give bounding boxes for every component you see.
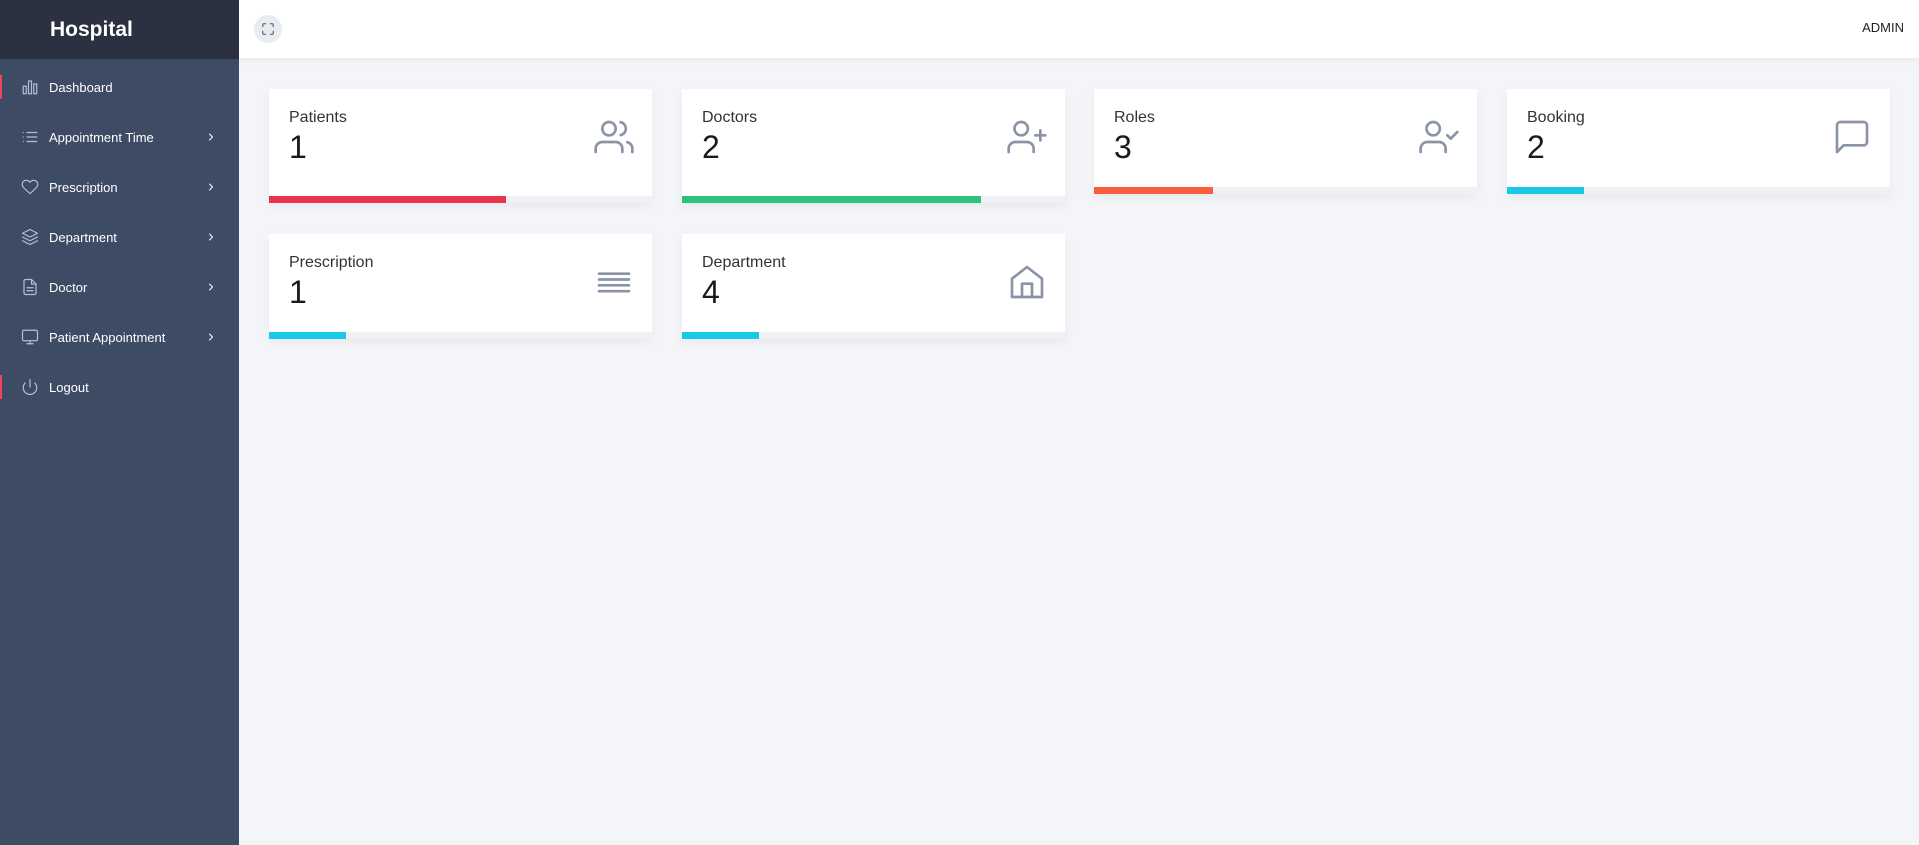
user-menu[interactable]: ADMIN bbox=[1862, 20, 1904, 35]
chevron-right-icon bbox=[203, 329, 219, 345]
sidebar: Hospital Dashboard Appointment Time Pres… bbox=[0, 0, 239, 845]
stat-card-department[interactable]: Department 4 bbox=[682, 234, 1065, 339]
card-value: 1 bbox=[289, 129, 307, 165]
chevron-right-icon bbox=[203, 179, 219, 195]
progress-fill bbox=[1094, 187, 1213, 194]
progress-bar bbox=[1094, 187, 1477, 194]
sidebar-item-label: Dashboard bbox=[49, 79, 113, 95]
progress-bar bbox=[1507, 187, 1890, 194]
progress-fill bbox=[682, 332, 759, 339]
layers-icon bbox=[20, 227, 40, 247]
heart-icon bbox=[20, 177, 40, 197]
card-value: 1 bbox=[289, 274, 307, 310]
users-icon bbox=[594, 117, 634, 157]
card-value: 2 bbox=[702, 129, 720, 165]
sidebar-item-doctor[interactable]: Doctor bbox=[0, 262, 239, 312]
sidebar-item-label: Appointment Time bbox=[49, 129, 154, 145]
stat-card-doctors[interactable]: Doctors 2 bbox=[682, 89, 1065, 203]
sidebar-item-logout[interactable]: Logout bbox=[0, 362, 239, 412]
card-value: 4 bbox=[702, 274, 720, 310]
home-icon bbox=[1007, 262, 1047, 302]
fullscreen-button[interactable] bbox=[254, 15, 282, 43]
sidebar-item-label: Prescription bbox=[49, 179, 118, 195]
power-icon bbox=[20, 377, 40, 397]
stat-card-booking[interactable]: Booking 2 bbox=[1507, 89, 1890, 194]
card-value: 2 bbox=[1527, 129, 1545, 165]
sidebar-item-department[interactable]: Department bbox=[0, 212, 239, 262]
align-justify-icon bbox=[594, 262, 634, 302]
chevron-right-icon bbox=[203, 129, 219, 145]
sidebar-nav: Dashboard Appointment Time Prescription … bbox=[0, 59, 239, 412]
sidebar-item-patient-appointment[interactable]: Patient Appointment bbox=[0, 312, 239, 362]
stat-card-patients[interactable]: Patients 1 bbox=[269, 89, 652, 203]
progress-bar bbox=[682, 196, 1065, 203]
sidebar-item-prescription[interactable]: Prescription bbox=[0, 162, 239, 212]
card-label: Roles bbox=[1114, 109, 1155, 126]
fullscreen-icon bbox=[262, 23, 274, 35]
user-plus-icon bbox=[1007, 117, 1047, 157]
brand-title: Hospital bbox=[50, 17, 133, 41]
bar-chart-icon bbox=[20, 77, 40, 97]
file-text-icon bbox=[20, 277, 40, 297]
stat-card-prescription[interactable]: Prescription 1 bbox=[269, 234, 652, 339]
progress-fill bbox=[682, 196, 981, 203]
sidebar-item-dashboard[interactable]: Dashboard bbox=[0, 62, 239, 112]
sidebar-item-label: Patient Appointment bbox=[49, 329, 166, 345]
card-value: 3 bbox=[1114, 129, 1132, 165]
message-square-icon bbox=[1832, 117, 1872, 157]
brand[interactable]: Hospital bbox=[0, 0, 239, 59]
stat-card-roles[interactable]: Roles 3 bbox=[1094, 89, 1477, 194]
progress-bar bbox=[269, 196, 652, 203]
card-label: Prescription bbox=[289, 254, 374, 271]
progress-fill bbox=[269, 332, 346, 339]
topbar: ADMIN bbox=[239, 0, 1919, 58]
sidebar-item-label: Doctor bbox=[49, 279, 88, 295]
chevron-right-icon bbox=[203, 229, 219, 245]
card-label: Doctors bbox=[702, 109, 758, 126]
user-check-icon bbox=[1419, 117, 1459, 157]
card-label: Department bbox=[702, 254, 786, 271]
sidebar-item-appointment-time[interactable]: Appointment Time bbox=[0, 112, 239, 162]
sidebar-item-label: Logout bbox=[49, 379, 89, 395]
monitor-icon bbox=[20, 327, 40, 347]
chevron-right-icon bbox=[203, 279, 219, 295]
card-label: Booking bbox=[1527, 109, 1585, 126]
progress-bar bbox=[269, 332, 652, 339]
progress-bar bbox=[682, 332, 1065, 339]
card-label: Patients bbox=[289, 109, 347, 126]
list-icon bbox=[20, 127, 40, 147]
progress-fill bbox=[269, 196, 507, 203]
progress-fill bbox=[1507, 187, 1584, 194]
sidebar-item-label: Department bbox=[49, 229, 117, 245]
